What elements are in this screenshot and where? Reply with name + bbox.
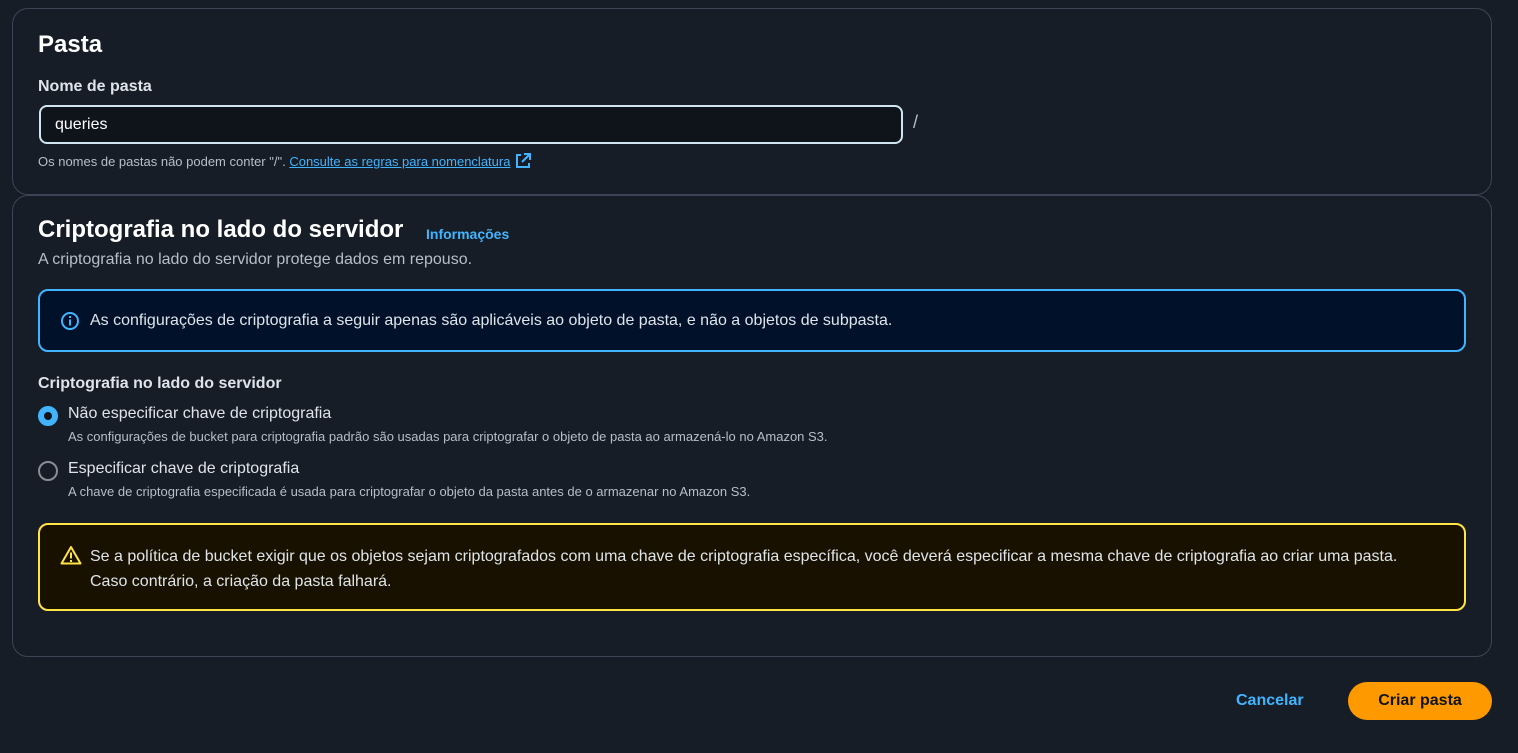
info-alert-text: As configurações de criptografia a segui… <box>90 312 893 329</box>
radio-button-no-key[interactable] <box>38 406 58 426</box>
external-link-icon[interactable] <box>514 152 532 170</box>
folder-name-label: Nome de pasta <box>38 78 152 95</box>
radio-option-description: A chave de criptografia especificada é u… <box>68 484 751 499</box>
cancel-button[interactable]: Cancelar <box>1236 690 1304 712</box>
warning-alert-text: Se a política de bucket exigir que os ob… <box>90 548 1398 590</box>
encryption-radio-group-label: Criptografia no lado do servidor <box>38 375 282 392</box>
encryption-description: A criptografia no lado do servidor prote… <box>38 251 473 268</box>
naming-rules-link-label: Consulte as regras para nomenclatura <box>289 154 511 169</box>
folder-name-hint-text: Os nomes de pastas não podem conter "/". <box>38 154 286 169</box>
folder-panel: Pasta Nome de pasta / Os nomes de pastas… <box>12 8 1492 195</box>
radio-option-description: As configurações de bucket para criptogr… <box>68 429 828 444</box>
encryption-panel: Criptografia no lado do servidor Informa… <box>12 195 1492 657</box>
encryption-section-title: Criptografia no lado do servidor <box>38 216 404 243</box>
radio-option-label[interactable]: Não especificar chave de criptografia <box>68 405 331 423</box>
warning-icon <box>60 545 82 565</box>
create-folder-button[interactable]: Criar pasta <box>1348 682 1492 720</box>
radio-button-specify-key[interactable] <box>38 461 58 481</box>
info-icon <box>60 311 80 331</box>
folder-path-slash: / <box>913 112 919 132</box>
info-link[interactable]: Informações <box>426 226 509 242</box>
folder-section-title: Pasta <box>38 31 103 58</box>
folder-name-input[interactable] <box>39 105 903 144</box>
naming-rules-link[interactable]: Consulte as regras para nomenclatura <box>289 154 510 169</box>
info-alert: As configurações de criptografia a segui… <box>38 289 1466 352</box>
folder-name-hint: Os nomes de pastas não podem conter "/".… <box>38 152 532 170</box>
radio-option-label[interactable]: Especificar chave de criptografia <box>68 460 299 478</box>
warning-alert: Se a política de bucket exigir que os ob… <box>38 523 1466 611</box>
